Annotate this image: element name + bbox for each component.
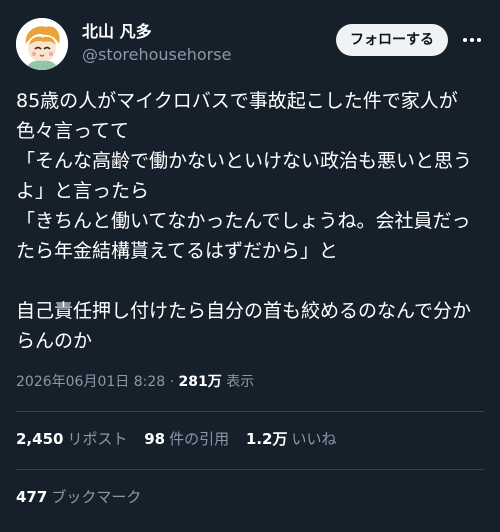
bookmark-stat[interactable]: 477 ブックマーク [16,486,153,508]
engagement-stats: 2,450 リポスト 98 件の引用 1.2万 いいね [16,428,349,450]
like-stat[interactable]: 1.2万 いいね [246,428,337,450]
display-name[interactable]: 北山 凡多 [82,22,231,42]
repost-label: リポスト [67,430,128,448]
tweet-text: 85歳の人がマイクロバスで事故起こした件で家人が色々言ってて 「そんな高齢で働か… [16,90,473,352]
quote-count: 98 [144,430,166,448]
follow-button[interactable]: フォローする [336,24,448,56]
bookmark-label: ブックマーク [51,488,142,506]
meta-separator: · [169,374,175,390]
view-label: 表示 [226,374,255,390]
avatar-illustration [16,18,68,70]
quote-stat[interactable]: 98 件の引用 [144,428,229,450]
repost-count: 2,450 [16,430,64,448]
tweet-timestamp[interactable]: 2026年06月01日 8:28 [16,374,165,390]
divider [16,469,484,470]
view-count: 281万 [178,374,222,390]
like-label: いいね [291,430,337,448]
bookmark-count: 477 [16,488,48,506]
repost-stat[interactable]: 2,450 リポスト [16,428,127,450]
user-info[interactable]: 北山 凡多 @storehousehorse [82,22,231,66]
more-horizontal-icon[interactable] [460,28,484,52]
avatar[interactable] [16,18,68,70]
user-handle[interactable]: @storehousehorse [82,44,231,66]
divider [16,411,484,412]
like-count: 1.2万 [245,430,288,448]
quote-label: 件の引用 [169,430,230,448]
tweet-header: 北山 凡多 @storehousehorse フォローする [16,16,484,74]
tweet-meta: 2026年06月01日 8:28 · 281万 表示 [16,371,254,393]
